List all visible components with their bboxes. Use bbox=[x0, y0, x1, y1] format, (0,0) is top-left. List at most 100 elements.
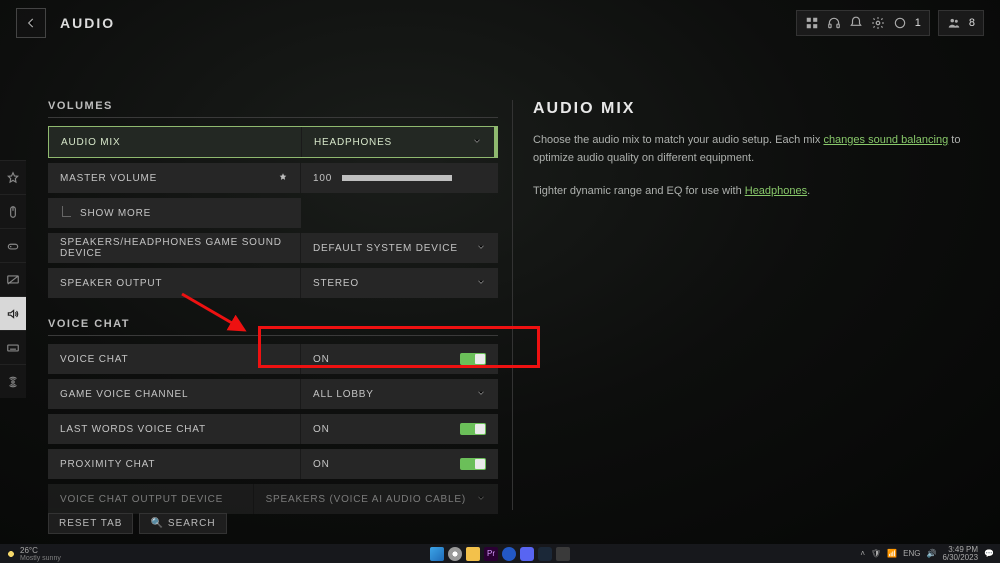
vnav-keyboard[interactable] bbox=[0, 330, 26, 364]
chevron-down-icon bbox=[476, 242, 486, 255]
speaker-output-value: STEREO bbox=[313, 278, 359, 289]
row-game-sound-device[interactable]: SPEAKERS/HEADPHONES GAME SOUND DEVICE DE… bbox=[48, 233, 498, 263]
taskbar-tray[interactable]: ˄ 🛡 📶 ENG 🔊 3:49 PM 6/30/2023 💬 bbox=[860, 546, 994, 562]
info-link-sound-balancing[interactable]: changes sound balancing bbox=[823, 134, 948, 146]
chevron-down-icon bbox=[476, 277, 486, 290]
explorer-icon[interactable] bbox=[466, 547, 480, 561]
last-words-label: LAST WORDS VOICE CHAT bbox=[48, 414, 301, 444]
notif-count: 1 bbox=[915, 17, 921, 29]
taskbar-weather[interactable]: 26°C Mostly sunny bbox=[6, 546, 61, 562]
info-panel: AUDIO MIX Choose the audio mix to match … bbox=[527, 100, 978, 510]
tray-icon[interactable]: 🛡 bbox=[871, 549, 881, 558]
headphones-icon bbox=[827, 16, 841, 30]
row-voice-chat[interactable]: VOICE CHAT ON bbox=[48, 344, 498, 374]
voice-chat-value: ON bbox=[313, 354, 330, 365]
vnav-audio[interactable] bbox=[0, 296, 26, 330]
row-master-volume[interactable]: MASTER VOLUME 100 bbox=[48, 163, 498, 193]
voice-output-value: SPEAKERS (VOICE AI AUDIO CABLE) bbox=[266, 494, 466, 505]
weather-icon bbox=[6, 549, 16, 559]
chevron-down-icon bbox=[476, 493, 486, 506]
vertical-nav bbox=[0, 160, 26, 398]
voice-chat-toggle[interactable] bbox=[460, 353, 486, 365]
audio-mix-label: AUDIO MIX bbox=[49, 127, 302, 157]
row-game-voice-channel[interactable]: GAME VOICE CHANNEL ALL LOBBY bbox=[48, 379, 498, 409]
last-words-value: ON bbox=[313, 424, 330, 435]
proximity-label: PROXIMITY CHAT bbox=[48, 449, 301, 479]
section-voice-chat: VOICE CHAT bbox=[48, 318, 498, 338]
speaker-output-label: SPEAKER OUTPUT bbox=[48, 268, 301, 298]
tray-wifi-icon[interactable]: 🔊 bbox=[926, 549, 936, 558]
master-volume-label: MASTER VOLUME bbox=[60, 173, 157, 184]
vnav-controller[interactable] bbox=[0, 228, 26, 262]
proximity-toggle[interactable] bbox=[460, 458, 486, 470]
party-chip[interactable]: 8 bbox=[938, 10, 984, 36]
party-icon bbox=[947, 16, 961, 30]
proximity-value: ON bbox=[313, 459, 330, 470]
back-button[interactable] bbox=[16, 8, 46, 38]
rank-emblem-icon bbox=[893, 16, 907, 30]
voice-chat-rows: VOICE CHAT ON GAME VOICE CHANNEL ALL LOB… bbox=[48, 344, 498, 514]
reset-tab-button[interactable]: RESET TAB bbox=[48, 513, 133, 534]
premiere-icon[interactable]: Pr bbox=[484, 547, 498, 561]
top-icons-group[interactable]: 1 bbox=[796, 10, 930, 36]
tray-notifications-icon[interactable]: 💬 bbox=[984, 549, 994, 558]
info-body: Choose the audio mix to match your audio… bbox=[533, 132, 978, 201]
game-sound-device-value: DEFAULT SYSTEM DEVICE bbox=[313, 243, 458, 254]
chrome-icon[interactable] bbox=[448, 547, 462, 561]
content: VOLUMES AUDIO MIX HEADPHONES MASTER VOLU… bbox=[48, 100, 978, 510]
search-button[interactable]: 🔍SEARCH bbox=[139, 513, 226, 534]
vnav-star[interactable] bbox=[0, 160, 26, 194]
gear-icon bbox=[871, 16, 885, 30]
game-screen: AUDIO 1 8 VOLUME bbox=[0, 0, 1000, 544]
row-last-words[interactable]: LAST WORDS VOICE CHAT ON bbox=[48, 414, 498, 444]
row-speaker-output[interactable]: SPEAKER OUTPUT STEREO bbox=[48, 268, 498, 298]
bottom-buttons: RESET TAB 🔍SEARCH bbox=[48, 513, 227, 534]
voice-chat-header: VOICE CHAT bbox=[48, 318, 498, 330]
row-voice-output[interactable]: VOICE CHAT OUTPUT DEVICE SPEAKERS (VOICE… bbox=[48, 484, 498, 514]
chevron-down-icon bbox=[476, 388, 486, 401]
top-bar: AUDIO 1 8 bbox=[0, 0, 1000, 45]
vnav-network[interactable] bbox=[0, 364, 26, 398]
voice-chat-label: VOICE CHAT bbox=[48, 344, 301, 374]
tray-lang[interactable]: ENG bbox=[903, 549, 920, 558]
top-right-controls: 1 8 bbox=[796, 10, 984, 36]
show-more-label: SHOW MORE bbox=[48, 198, 301, 228]
audio-mix-value: HEADPHONES bbox=[314, 137, 392, 148]
app-icon-blue[interactable] bbox=[502, 547, 516, 561]
voice-output-label: VOICE CHAT OUTPUT DEVICE bbox=[48, 484, 254, 514]
row-show-more[interactable]: SHOW MORE bbox=[48, 198, 301, 228]
tray-icon[interactable]: 📶 bbox=[887, 549, 897, 558]
taskbar-clock[interactable]: 3:49 PM 6/30/2023 bbox=[942, 546, 978, 562]
game-voice-channel-label: GAME VOICE CHANNEL bbox=[48, 379, 301, 409]
vnav-display[interactable] bbox=[0, 262, 26, 296]
windows-taskbar[interactable]: 26°C Mostly sunny Pr ˄ 🛡 📶 ENG 🔊 3:49 PM… bbox=[0, 544, 1000, 563]
weather-cond: Mostly sunny bbox=[20, 555, 61, 562]
section-volumes: VOLUMES bbox=[48, 100, 498, 120]
star-icon bbox=[278, 172, 288, 185]
row-proximity[interactable]: PROXIMITY CHAT ON bbox=[48, 449, 498, 479]
chevron-down-icon bbox=[472, 136, 482, 149]
weather-temp: 26°C bbox=[20, 546, 61, 555]
taskbar-apps: Pr bbox=[430, 547, 570, 561]
game-voice-channel-value: ALL LOBBY bbox=[313, 389, 374, 400]
info-link-headphones[interactable]: Headphones bbox=[745, 185, 807, 197]
column-divider bbox=[512, 100, 513, 510]
discord-icon[interactable] bbox=[520, 547, 534, 561]
info-title: AUDIO MIX bbox=[533, 100, 978, 118]
tray-chevron-icon[interactable]: ˄ bbox=[860, 549, 865, 558]
last-words-toggle[interactable] bbox=[460, 423, 486, 435]
row-audio-mix[interactable]: AUDIO MIX HEADPHONES bbox=[48, 126, 498, 158]
steam-icon[interactable] bbox=[538, 547, 552, 561]
grid-icon bbox=[805, 16, 819, 30]
volumes-rows: AUDIO MIX HEADPHONES MASTER VOLUME 100 bbox=[48, 126, 498, 298]
party-count: 8 bbox=[969, 17, 975, 29]
volume-slider[interactable] bbox=[342, 175, 452, 181]
bell-icon bbox=[849, 16, 863, 30]
start-icon[interactable] bbox=[430, 547, 444, 561]
vnav-mouse[interactable] bbox=[0, 194, 26, 228]
page-title: AUDIO bbox=[60, 15, 115, 31]
master-volume-value: 100 bbox=[313, 173, 332, 184]
game-icon[interactable] bbox=[556, 547, 570, 561]
settings-list: VOLUMES AUDIO MIX HEADPHONES MASTER VOLU… bbox=[48, 100, 498, 510]
volumes-header: VOLUMES bbox=[48, 100, 498, 112]
